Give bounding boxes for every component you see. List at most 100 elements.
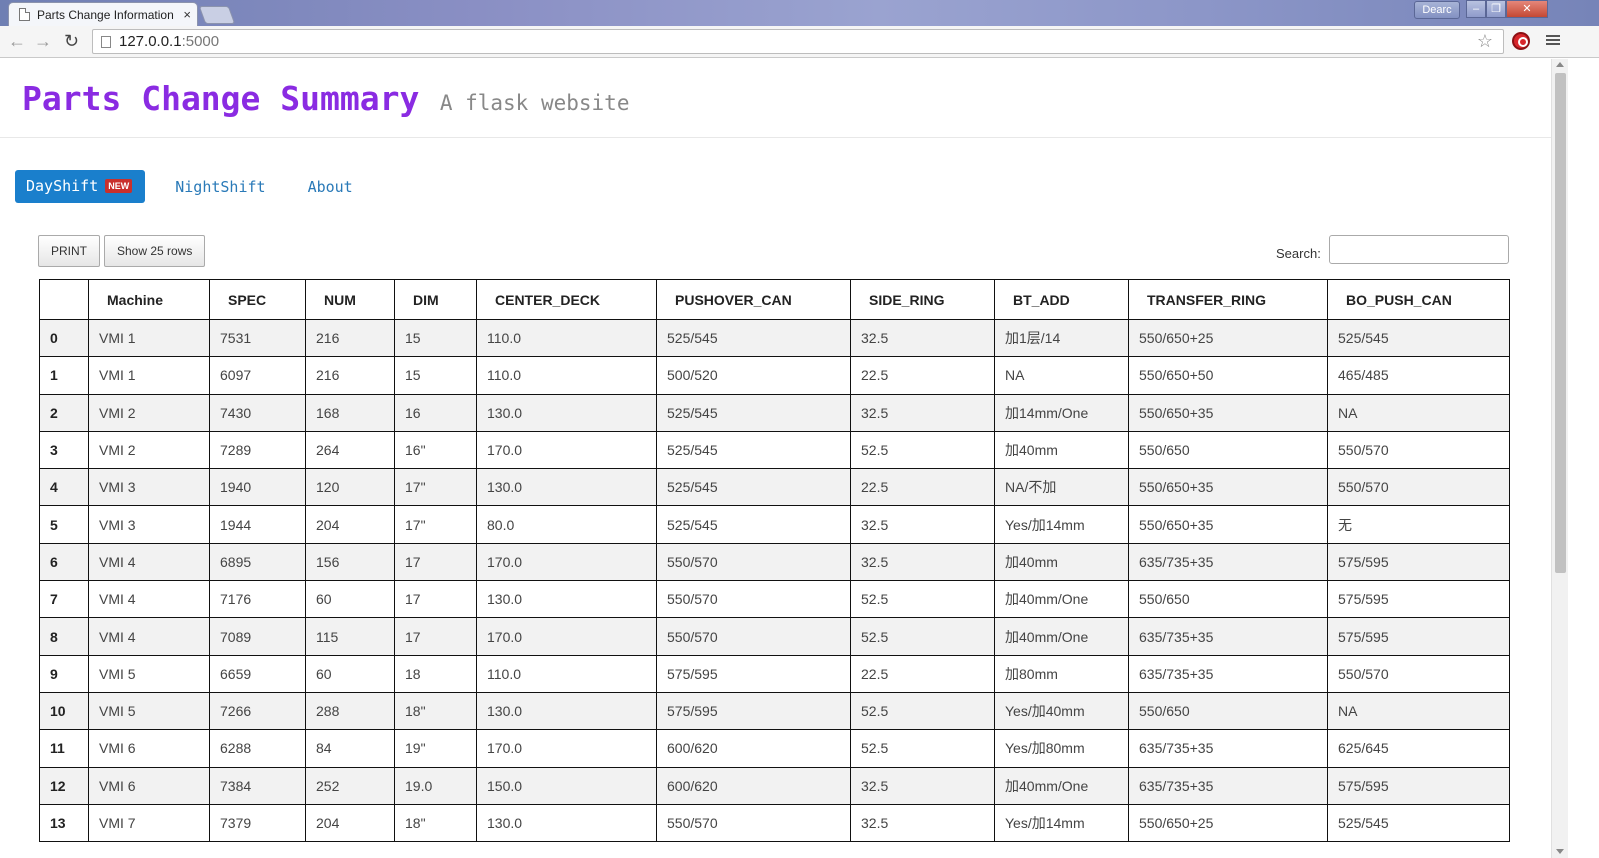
bookmark-star-icon[interactable]: ☆ <box>1477 31 1493 52</box>
table-cell: 7289 <box>209 430 306 470</box>
search-input[interactable] <box>1328 235 1509 264</box>
extension-stop-icon[interactable] <box>1512 32 1530 50</box>
table-cell: 16 <box>394 393 477 432</box>
table-row[interactable]: 8 VMI 4 7089 115 17 170.0 550/570 52.5 加40mm/One… <box>39 617 1510 656</box>
row-index-cell: 9 <box>39 654 89 693</box>
table-cell: 635/735+35 <box>1128 617 1328 656</box>
table-cell: 525/545 <box>656 318 851 358</box>
table-cell: 110.0 <box>476 318 657 358</box>
row-index-cell: 5 <box>39 505 89 544</box>
column-header[interactable]: PUSHOVER_CAN <box>656 279 851 320</box>
table-cell: VMI 4 <box>88 542 210 582</box>
table-cell: 52.5 <box>850 691 995 731</box>
column-header[interactable]: TRANSFER_RING <box>1128 279 1328 320</box>
table-cell: 635/735+35 <box>1128 766 1328 805</box>
table-cell: 6288 <box>209 729 306 768</box>
table-cell: 加80mm <box>994 654 1129 693</box>
menu-icon[interactable] <box>1546 33 1560 47</box>
minimize-icon[interactable]: – <box>1466 0 1486 18</box>
table-cell: 252 <box>305 766 395 805</box>
table-cell: 170.0 <box>476 729 657 768</box>
column-header[interactable]: CENTER_DECK <box>476 279 657 320</box>
table-cell: 52.5 <box>850 617 995 656</box>
page-content: Parts Change Summary A flask website Day… <box>0 59 1551 858</box>
table-row[interactable]: 11 VMI 6 6288 84 19" 170.0 600/620 52.5 Yes/加80m… <box>39 729 1510 768</box>
close-window-icon[interactable]: ✕ <box>1506 0 1548 18</box>
column-header[interactable] <box>39 279 89 320</box>
table-cell: VMI 2 <box>88 393 210 432</box>
table-cell: NA <box>994 356 1129 395</box>
browser-tab[interactable]: Parts Change Information × <box>8 2 198 26</box>
table-cell: VMI 6 <box>88 729 210 768</box>
table-cell: 575/595 <box>1327 617 1510 656</box>
nav-nightshift[interactable]: NightShift <box>175 178 265 196</box>
table-cell: Yes/加14mm <box>994 803 1129 843</box>
user-profile-button[interactable]: Dearc <box>1414 1 1460 19</box>
table-cell: 7379 <box>209 803 306 843</box>
table-cell: 22.5 <box>850 356 995 395</box>
back-icon[interactable]: ← <box>8 31 26 51</box>
table-cell: VMI 1 <box>88 356 210 395</box>
column-header[interactable]: BO_PUSH_CAN <box>1327 279 1510 320</box>
table-cell: 156 <box>305 542 395 582</box>
row-index-cell: 12 <box>39 766 89 805</box>
table-cell: 7384 <box>209 766 306 805</box>
table-row[interactable]: 10 VMI 5 7266 288 18" 130.0 575/595 52.5 Yes/加40… <box>39 691 1510 731</box>
row-index-cell: 0 <box>39 318 89 358</box>
table-cell: 216 <box>305 318 395 358</box>
show-rows-button[interactable]: Show 25 rows <box>104 235 206 267</box>
table-cell: VMI 1 <box>88 318 210 358</box>
table-cell: 150.0 <box>476 766 657 805</box>
scroll-up-icon[interactable] <box>1556 62 1564 67</box>
row-index-cell: 6 <box>39 542 89 582</box>
table-buttons: PRINT Show 25 rows <box>38 235 209 267</box>
row-index-cell: 3 <box>39 430 89 470</box>
column-header[interactable]: NUM <box>305 279 395 320</box>
nav-dayshift[interactable]: DayShift NEW <box>15 170 146 203</box>
table-row[interactable]: 9 VMI 5 6659 60 18 110.0 575/595 22.5 加80mm 635/7… <box>39 654 1510 693</box>
forward-icon[interactable]: → <box>34 31 52 51</box>
column-header[interactable]: DIM <box>394 279 477 320</box>
table-row[interactable]: 7 VMI 4 7176 60 17 130.0 550/570 52.5 加40mm/One 5… <box>39 580 1510 619</box>
table-cell: 264 <box>305 430 395 470</box>
nav-about[interactable]: About <box>308 178 353 196</box>
table-row[interactable]: 5 VMI 3 1944 204 17" 80.0 525/545 32.5 Yes/加14mm… <box>39 505 1510 544</box>
column-header[interactable]: SIDE_RING <box>850 279 995 320</box>
table-row[interactable]: 12 VMI 6 7384 252 19.0 150.0 600/620 32.5 加40mm/… <box>39 766 1510 805</box>
table-cell: 204 <box>305 803 395 843</box>
column-header[interactable]: SPEC <box>209 279 306 320</box>
scrollbar-thumb[interactable] <box>1555 73 1566 573</box>
print-button[interactable]: PRINT <box>38 235 100 267</box>
table-row[interactable]: 4 VMI 3 1940 120 17" 130.0 525/545 22.5 NA/不加 550… <box>39 468 1510 507</box>
table-cell: 168 <box>305 393 395 432</box>
table-row[interactable]: 13 VMI 7 7379 204 18" 130.0 550/570 32.5 Yes/加14… <box>39 803 1510 843</box>
nav-pills: DayShift NEW NightShift About <box>15 170 395 203</box>
column-header[interactable]: Machine <box>88 279 210 320</box>
table-row[interactable]: 2 VMI 2 7430 168 16 130.0 525/545 32.5 加14mm/One… <box>39 393 1510 432</box>
tab-close-icon[interactable]: × <box>183 7 191 22</box>
page-scrollbar[interactable] <box>1551 59 1568 858</box>
table-cell: 216 <box>305 356 395 395</box>
table-cell: VMI 6 <box>88 766 210 805</box>
scroll-down-icon[interactable] <box>1556 849 1564 854</box>
table-row[interactable]: 0 VMI 1 7531 216 15 110.0 525/545 32.5 加1层/14 550… <box>39 318 1510 358</box>
table-row[interactable]: 3 VMI 2 7289 264 16" 170.0 525/545 52.5 加40mm 550… <box>39 430 1510 470</box>
table-row[interactable]: 1 VMI 1 6097 216 15 110.0 500/520 22.5 NA 550/650… <box>39 356 1510 395</box>
table-cell: 32.5 <box>850 803 995 843</box>
table-cell: 550/570 <box>656 803 851 843</box>
table-row[interactable]: 6 VMI 4 6895 156 17 170.0 550/570 32.5 加40mm 635/… <box>39 542 1510 582</box>
table-cell: 525/545 <box>656 468 851 507</box>
column-header[interactable]: BT_ADD <box>994 279 1129 320</box>
table-cell: 635/735+35 <box>1128 542 1328 582</box>
table-cell: 115 <box>305 617 395 656</box>
restore-icon[interactable]: ❐ <box>1486 0 1506 18</box>
table-cell: 15 <box>394 318 477 358</box>
reload-icon[interactable]: ↻ <box>64 31 79 51</box>
table-cell: 575/595 <box>1327 766 1510 805</box>
table-cell: 130.0 <box>476 468 657 507</box>
address-bar[interactable]: 127.0.0.1:5000 ☆ <box>92 29 1504 54</box>
table-cell: 加14mm/One <box>994 393 1129 432</box>
nav-dayshift-label: DayShift <box>26 177 99 195</box>
new-tab-button[interactable] <box>198 6 236 24</box>
search-label: Search: <box>1276 246 1321 261</box>
